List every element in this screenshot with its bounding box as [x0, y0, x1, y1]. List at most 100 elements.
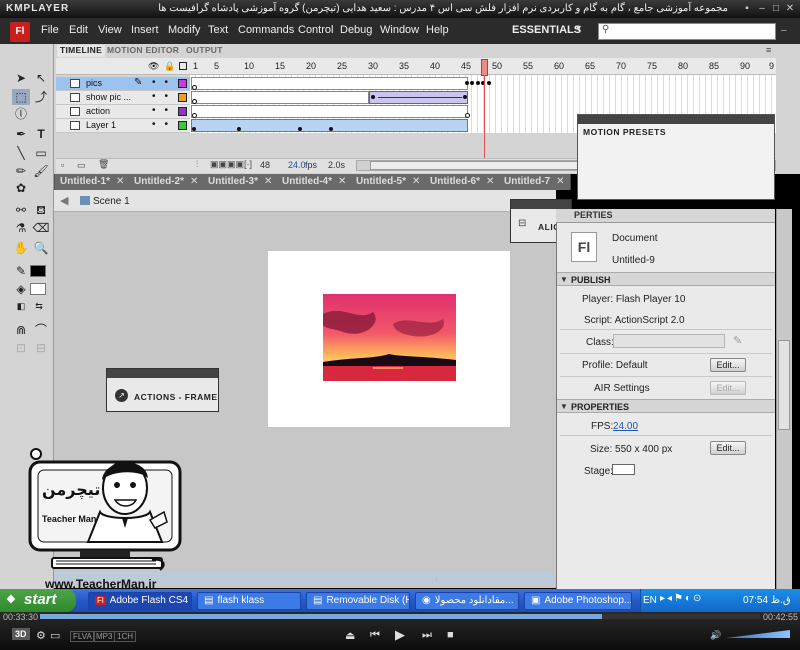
keyframe[interactable]: [470, 81, 474, 85]
paint-bucket-tool-icon[interactable]: ⛾: [32, 202, 50, 218]
fps-value[interactable]: 24.00: [613, 421, 638, 432]
free-transform-tool-icon[interactable]: ⬚: [12, 89, 30, 105]
air-edit-button[interactable]: Edit...: [710, 381, 746, 395]
tab-timeline[interactable]: TIMELINE: [57, 45, 106, 57]
frame-span[interactable]: [191, 91, 369, 104]
search-input[interactable]: [598, 23, 776, 40]
tab-motion-editor[interactable]: MOTION EDITOR: [107, 45, 179, 57]
tab-untitled-6[interactable]: Untitled-6* ✕: [425, 174, 501, 190]
taskbar-item-browser[interactable]: ◉ مقادانلود محصولا...: [415, 592, 519, 610]
layer-color-swatch[interactable]: [178, 121, 187, 130]
playhead[interactable]: [481, 59, 488, 76]
frame-span[interactable]: [191, 105, 468, 118]
stop-icon[interactable]: ■: [447, 629, 454, 641]
chevron-down-icon[interactable]: ▼: [560, 402, 568, 411]
delete-icon[interactable]: 🗑: [98, 159, 109, 170]
stroke-color-swatch[interactable]: [30, 265, 46, 277]
keyframe[interactable]: [371, 95, 375, 99]
tab-untitled-3[interactable]: Untitled-3* ✕: [203, 174, 279, 190]
keyframe[interactable]: [465, 81, 469, 85]
layer-color-swatch[interactable]: [178, 79, 187, 88]
keyframe[interactable]: [192, 99, 197, 104]
scrollbar-thumb[interactable]: [778, 340, 790, 430]
lock-icon[interactable]: 🔒: [164, 61, 175, 72]
layer-toggles[interactable]: ••: [152, 105, 177, 116]
close-icon[interactable]: ✕: [338, 176, 346, 187]
pencil-tool-icon[interactable]: ✏: [12, 163, 30, 179]
keyframe[interactable]: [465, 113, 470, 118]
panel-header[interactable]: [511, 200, 571, 209]
layer-row-pics[interactable]: pics ✎ ••: [56, 77, 190, 91]
display-icon[interactable]: ▭: [50, 629, 60, 642]
menu-help[interactable]: Help: [426, 24, 449, 36]
menu-control[interactable]: Control: [298, 24, 333, 36]
menu-window[interactable]: Window: [380, 24, 419, 36]
zoom-tool-icon[interactable]: 🔍: [32, 240, 50, 256]
panel-header[interactable]: [107, 369, 218, 378]
next-icon[interactable]: ⏭: [422, 629, 432, 642]
pen-tool-icon[interactable]: ✒: [12, 126, 30, 142]
language-indicator[interactable]: EN: [643, 595, 657, 606]
taskbar-item-removable-disk[interactable]: ▤ Removable Disk (H:): [306, 592, 410, 610]
taskbar-item-folder[interactable]: ▤ flash klass: [197, 592, 301, 610]
panel-header[interactable]: [578, 115, 774, 124]
sunset-image[interactable]: [323, 294, 456, 381]
pin-icon[interactable]: ▪: [741, 3, 753, 15]
breadcrumb[interactable]: Scene 1: [93, 196, 130, 207]
layer-color-swatch[interactable]: [178, 107, 187, 116]
keyframe[interactable]: [463, 95, 467, 99]
stage-color-swatch[interactable]: [612, 464, 635, 475]
layer-color-swatch[interactable]: [178, 93, 187, 102]
smooth-icon[interactable]: ⌒: [32, 322, 50, 338]
profile-edit-button[interactable]: Edit...: [710, 358, 746, 372]
menu-commands[interactable]: Commands: [238, 24, 294, 36]
taskbar-item-flash[interactable]: Fl Adobe Flash CS4 ...: [88, 592, 192, 610]
workspace-switcher[interactable]: ESSENTIALS: [512, 24, 581, 36]
hand-tool-icon[interactable]: ✋: [12, 240, 30, 256]
frame-span[interactable]: [191, 77, 468, 90]
swap-colors-icon[interactable]: ⇆: [30, 298, 48, 314]
scale-icon[interactable]: ⊟: [32, 340, 50, 356]
lasso-tool-icon[interactable]: ⓛ: [12, 106, 30, 122]
actions-frame-panel[interactable]: ↗ ACTIONS - FRAME: [106, 368, 219, 412]
center-frame-icon[interactable]: ⫶: [196, 159, 198, 170]
layer-toggles[interactable]: ••: [152, 119, 177, 130]
menu-view[interactable]: View: [98, 24, 122, 36]
layer-toggles[interactable]: ••: [152, 91, 177, 102]
bone-tool-icon[interactable]: ⚯: [12, 202, 30, 218]
brush-tool-icon[interactable]: 🖌: [32, 163, 50, 179]
subselection-tool-icon[interactable]: ↖: [32, 70, 50, 86]
tab-untitled-7[interactable]: Untitled-7 ✕: [499, 174, 571, 190]
onion-skin-icon[interactable]: ▣▣▣▣[·]: [210, 159, 252, 170]
new-folder-icon[interactable]: ▭: [77, 160, 86, 171]
close-icon[interactable]: ✕: [190, 176, 198, 187]
panel-title[interactable]: MOTION PRESETS: [583, 127, 666, 137]
keyframe[interactable]: [476, 81, 480, 85]
menu-edit[interactable]: Edit: [69, 24, 88, 36]
keyframe[interactable]: [192, 85, 197, 90]
close-icon[interactable]: ✕: [486, 176, 494, 187]
default-colors-icon[interactable]: ◧: [12, 298, 30, 314]
tray-icons[interactable]: ▸◂⚑◐⊙: [660, 593, 703, 604]
start-button[interactable]: ❖ start: [0, 589, 76, 612]
minimize-icon[interactable]: –: [781, 25, 787, 36]
taskbar-item-photoshop[interactable]: ▣ Adobe Photoshop...: [524, 592, 632, 610]
close-icon[interactable]: ✕: [412, 176, 420, 187]
keyframe[interactable]: [192, 113, 197, 118]
previous-icon[interactable]: ⏮: [370, 629, 380, 642]
3d-rotation-tool-icon[interactable]: ⤴: [32, 89, 50, 105]
keyframe[interactable]: [237, 127, 241, 131]
section-title[interactable]: PUBLISH: [571, 275, 611, 285]
deco-tool-icon[interactable]: ✿: [12, 180, 30, 196]
layer-row-layer-1[interactable]: Layer 1 ••: [56, 119, 190, 133]
pencil-icon[interactable]: ✎: [733, 334, 742, 347]
keyframe[interactable]: [192, 127, 196, 131]
class-field[interactable]: [613, 334, 725, 348]
chevron-down-icon[interactable]: ▼: [560, 275, 568, 284]
eject-icon[interactable]: ⏏: [345, 629, 355, 642]
rectangle-tool-icon[interactable]: ▭: [32, 145, 50, 161]
back-arrow-icon[interactable]: ◀: [60, 194, 68, 207]
maximize-icon[interactable]: □: [770, 3, 782, 15]
fill-color-icon[interactable]: ◈: [12, 281, 30, 297]
close-icon[interactable]: ✕: [784, 3, 796, 15]
